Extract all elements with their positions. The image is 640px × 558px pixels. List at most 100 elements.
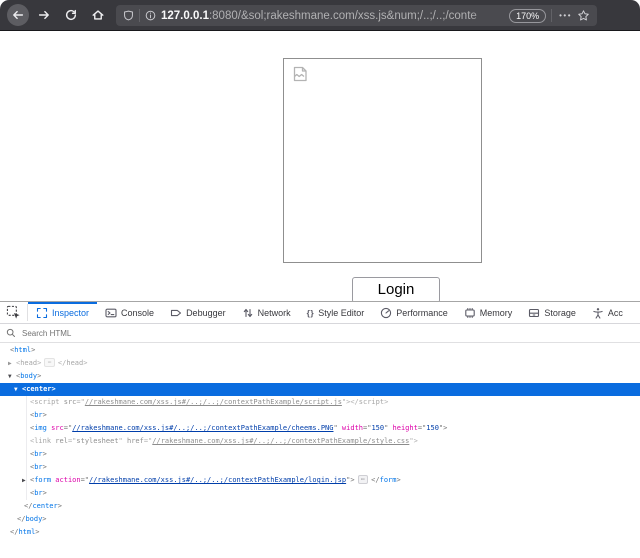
markup-token: center [26, 385, 51, 393]
tab-label: Style Editor [318, 308, 364, 318]
back-button[interactable] [7, 4, 29, 26]
markup-row[interactable]: ▶<form action="//rakeshmane.com/xss.js#/… [0, 474, 640, 487]
markup-row[interactable]: <br> [0, 461, 640, 474]
tab-label: Debugger [186, 308, 226, 318]
markup-token: action [55, 476, 80, 484]
url-text[interactable]: 127.0.0.1:8080/&sol;rakeshmane.com/xss.j… [161, 10, 504, 22]
tab-debugger[interactable]: Debugger [162, 302, 234, 323]
ellipsis-badge[interactable]: ⋯ [44, 358, 55, 367]
markup-row[interactable]: <br> [0, 487, 640, 500]
url-host: 127.0.0.1 [161, 10, 209, 22]
broken-image-placeholder [283, 58, 482, 263]
back-arrow-icon [11, 8, 25, 22]
markup-row[interactable]: </center> [0, 500, 640, 513]
markup-row[interactable]: ▼<body> [0, 370, 640, 383]
markup-token: " [119, 437, 127, 445]
collapse-arrow-icon[interactable]: ▼ [8, 370, 16, 383]
expand-arrow-icon[interactable]: ▶ [22, 474, 30, 487]
markup-token: > [35, 528, 39, 536]
markup-token: > [37, 359, 41, 367]
attribute-url-link[interactable]: //rakeshmane.com/xss.js#/..;/..;/context… [85, 398, 342, 406]
browser-toolbar: 127.0.0.1:8080/&sol;rakeshmane.com/xss.j… [0, 0, 640, 31]
tab-memory[interactable]: Memory [456, 302, 521, 323]
site-info-icon[interactable] [145, 10, 156, 21]
network-icon [242, 307, 254, 319]
zoom-level-badge[interactable]: 170% [509, 9, 546, 23]
bookmark-star-icon[interactable] [577, 9, 590, 22]
markup-row[interactable]: <html> [0, 344, 640, 357]
markup-token: > [43, 411, 47, 419]
tab-network[interactable]: Network [234, 302, 299, 323]
devtools-tabs: InspectorConsole Debugger Network {}Style E… [28, 302, 631, 323]
markup-token: br [34, 450, 42, 458]
style-editor-icon: {} [307, 308, 315, 318]
markup-token: " [384, 424, 392, 432]
markup-token: > [83, 359, 87, 367]
markup-token: 150 [371, 424, 384, 432]
markup-token: body [20, 372, 37, 380]
attribute-url-link[interactable]: //rakeshmane.com/xss.js#/..;/..;/context… [72, 424, 333, 432]
markup-token: form [380, 476, 397, 484]
markup-token: height [393, 424, 418, 432]
forward-button[interactable] [32, 3, 56, 27]
tracking-protection-shield-icon[interactable] [123, 10, 134, 21]
performance-icon [380, 307, 392, 319]
markup-token: script [34, 398, 59, 406]
markup-token: center [32, 502, 57, 510]
page-actions-button[interactable]: ••• [559, 11, 572, 20]
attribute-url-link[interactable]: //rakeshmane.com/xss.js#/..;/..;/context… [89, 476, 346, 484]
markup-token: width [342, 424, 363, 432]
markup-row[interactable]: ▼<center> [0, 383, 640, 396]
pick-element-icon [6, 305, 21, 320]
urlbar-divider [139, 9, 140, 22]
tab-label: Memory [480, 308, 513, 318]
tab-performance[interactable]: Performance [372, 302, 456, 323]
markup-tree: <html>▶<head>⋯</head>▼<body>▼<center><sc… [0, 343, 640, 539]
tab-style-editor[interactable]: {}Style Editor [299, 302, 373, 323]
home-button[interactable] [86, 3, 110, 27]
tab-storage[interactable]: Storage [520, 302, 584, 323]
markup-token: br [34, 411, 42, 419]
markup-token: html [14, 346, 31, 354]
tab-label: Network [258, 308, 291, 318]
markup-token: =" [76, 398, 84, 406]
page-content: Login [0, 32, 640, 301]
search-icon [6, 328, 16, 338]
markup-token: "> [346, 476, 354, 484]
url-bar[interactable]: 127.0.0.1:8080/&sol;rakeshmane.com/xss.j… [116, 5, 597, 26]
attribute-url-link[interactable]: //rakeshmane.com/xss.js#/..;/..;/context… [152, 437, 409, 445]
home-icon [91, 8, 105, 22]
tab-console[interactable]: Console [97, 302, 162, 323]
markup-row[interactable]: </html> [0, 526, 640, 539]
markup-token: stylesheet [76, 437, 118, 445]
markup-row[interactable]: </body> [0, 513, 640, 526]
markup-token: </ [350, 398, 358, 406]
tab-label: Performance [396, 308, 448, 318]
markup-row[interactable]: <br> [0, 448, 640, 461]
devtools-toolbar: InspectorConsole Debugger Network {}Style E… [0, 302, 640, 324]
markup-token: "> [409, 437, 417, 445]
markup-row[interactable]: <link rel="stylesheet" href="//rakeshman… [0, 435, 640, 448]
markup-token: > [42, 515, 46, 523]
markup-row[interactable]: <img src="//rakeshmane.com/xss.js#/..;/.… [0, 422, 640, 435]
search-html-input[interactable] [20, 328, 634, 339]
devtools-panel: InspectorConsole Debugger Network {}Style E… [0, 301, 640, 558]
url-path: :8080/&sol;rakeshmane.com/xss.js&num;/..… [209, 10, 477, 22]
ellipsis-badge[interactable]: ⋯ [358, 475, 369, 484]
markup-token: src [64, 398, 77, 406]
markup-row[interactable]: <br> [0, 409, 640, 422]
markup-token: " [333, 424, 341, 432]
markup-row[interactable]: <script src="//rakeshmane.com/xss.js#/..… [0, 396, 640, 409]
tab-accessibility[interactable]: Acc [584, 302, 631, 323]
collapse-arrow-icon[interactable]: ▼ [14, 383, 22, 396]
login-button[interactable]: Login [352, 277, 440, 301]
expand-arrow-icon[interactable]: ▶ [8, 357, 16, 370]
reload-button[interactable] [59, 3, 83, 27]
forward-arrow-icon [37, 8, 51, 22]
markup-token: =" [81, 476, 89, 484]
markup-token: rel [55, 437, 68, 445]
markup-row[interactable]: ▶<head>⋯</head> [0, 357, 640, 370]
tab-inspector[interactable]: Inspector [28, 302, 97, 323]
pick-element-button[interactable] [0, 302, 27, 323]
browser-window: 127.0.0.1:8080/&sol;rakeshmane.com/xss.j… [0, 0, 640, 558]
